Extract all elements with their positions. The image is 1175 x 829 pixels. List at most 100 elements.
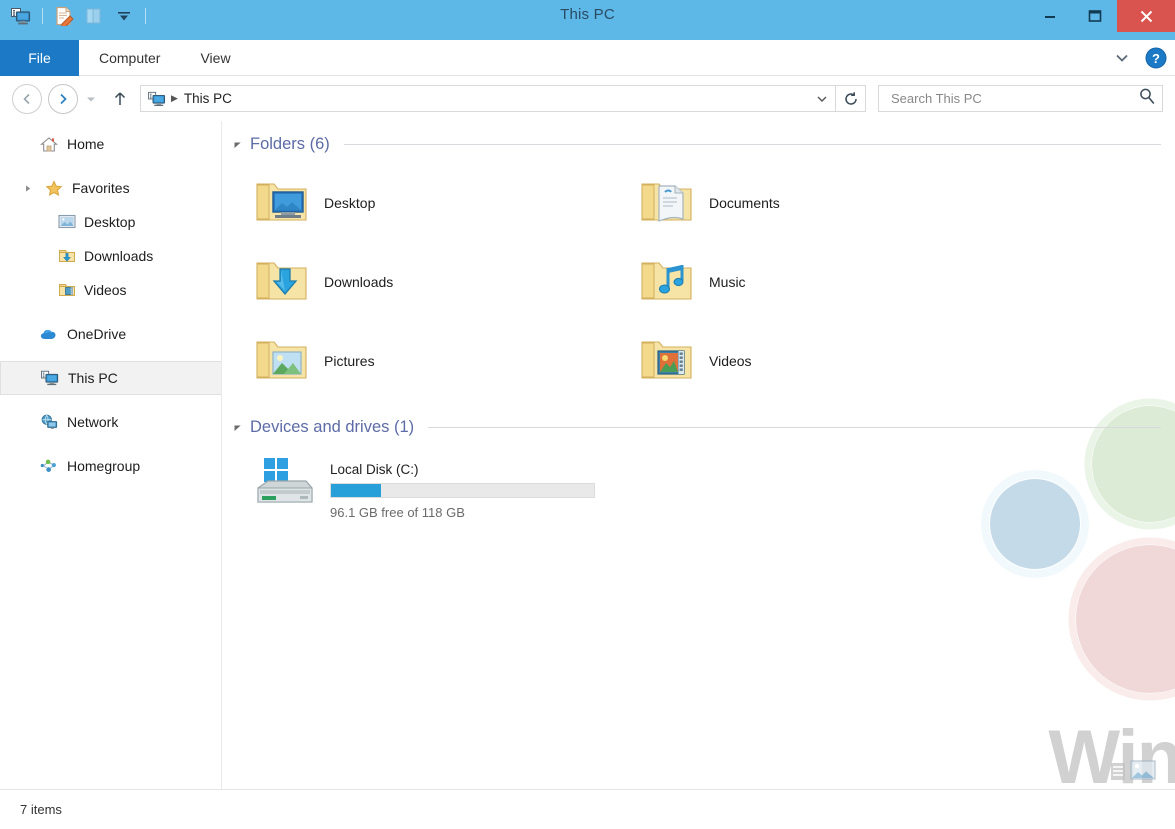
folder-label: Pictures	[324, 352, 375, 369]
customize-dropdown-icon[interactable]	[111, 3, 137, 29]
file-explorer-window: This PC File Computer View ? ▶ This PC S…	[0, 0, 1175, 829]
sidebar-item-label: Desktop	[84, 214, 136, 230]
downloads-folder-icon	[254, 255, 308, 309]
tab-view[interactable]: View	[180, 40, 250, 76]
drive-tile-local-disk-c[interactable]: Local Disk (C:) 96.1 GB free of 118 GB	[240, 448, 660, 520]
folder-tile-desktop[interactable]: Desktop	[240, 163, 625, 242]
section-header-folders[interactable]: Folders (6)	[222, 129, 1175, 159]
drive-capacity-fill	[331, 484, 381, 497]
desktop-folder-icon	[254, 176, 308, 230]
videos-folder-icon	[58, 281, 76, 299]
folder-tile-downloads[interactable]: Downloads	[240, 242, 625, 321]
homegroup-icon	[40, 457, 58, 475]
item-count: 7 items	[20, 802, 62, 817]
tab-computer[interactable]: Computer	[79, 40, 180, 76]
breadcrumb[interactable]: ▶ This PC	[140, 85, 836, 112]
sidebar-item-label: Home	[67, 136, 105, 152]
search-box[interactable]	[878, 85, 1163, 112]
svg-text:?: ?	[1152, 51, 1160, 66]
sidebar-item-label: Homegroup	[67, 458, 141, 474]
folder-tile-videos[interactable]: Videos	[625, 321, 1010, 400]
this-pc-icon	[147, 89, 167, 109]
folder-tile-pictures[interactable]: Pictures	[240, 321, 625, 400]
folder-tile-music[interactable]: Music	[625, 242, 1010, 321]
sidebar-item-label: Favorites	[72, 180, 130, 196]
folder-label: Videos	[709, 352, 752, 369]
sidebar-item-homegroup[interactable]: Homegroup	[0, 449, 221, 483]
tab-file[interactable]: File	[0, 40, 79, 76]
watermark-text: Win	[1048, 715, 1175, 789]
sidebar-item-label: OneDrive	[67, 326, 127, 342]
help-icon[interactable]: ?	[1145, 47, 1167, 69]
forward-button[interactable]	[48, 83, 78, 114]
star-icon	[45, 179, 63, 197]
properties-icon[interactable]	[51, 3, 77, 29]
downloads-folder-icon	[58, 247, 76, 265]
quick-access-toolbar	[0, 0, 150, 32]
folder-label: Desktop	[324, 194, 376, 211]
maximize-button[interactable]	[1072, 0, 1117, 32]
section-title: Folders (6)	[250, 134, 330, 153]
title-bar: This PC	[0, 0, 1175, 40]
drive-info: Local Disk (C:) 96.1 GB free of 118 GB	[330, 456, 595, 520]
section-divider	[343, 143, 1161, 145]
section-divider	[428, 426, 1161, 428]
refresh-button[interactable]	[836, 85, 866, 112]
window-title: This PC	[560, 6, 615, 23]
sidebar-item-videos[interactable]: Videos	[0, 273, 221, 307]
drive-free-space: 96.1 GB free of 118 GB	[330, 505, 465, 520]
music-folder-icon	[639, 255, 693, 309]
local-disk-icon	[254, 456, 316, 512]
section-title: Devices and drives (1)	[250, 417, 415, 436]
chevron-down-icon[interactable]	[1111, 47, 1133, 69]
this-pc-icon[interactable]	[8, 3, 34, 29]
sidebar-item-home[interactable]: Home	[0, 127, 221, 161]
pictures-folder-icon	[254, 334, 308, 388]
explorer-body: Home Favorites Desktop Downloads Videos …	[0, 121, 1175, 789]
chevron-right-icon[interactable]	[22, 184, 34, 193]
folder-label: Documents	[709, 194, 780, 211]
back-button[interactable]	[12, 83, 42, 114]
home-icon	[40, 135, 58, 153]
toolbar-divider	[42, 8, 43, 24]
folders-grid: Desktop Documents Downloads Music Pictur…	[222, 159, 1175, 400]
collapse-triangle-icon[interactable]	[232, 423, 242, 432]
search-icon[interactable]	[1138, 87, 1156, 110]
sidebar-item-desktop[interactable]: Desktop	[0, 205, 221, 239]
sidebar-item-downloads[interactable]: Downloads	[0, 239, 221, 273]
breadcrumb-path[interactable]: This PC	[184, 91, 232, 106]
address-bar: ▶ This PC	[0, 76, 1175, 121]
close-button[interactable]	[1117, 0, 1175, 32]
onedrive-cloud-icon	[40, 325, 58, 343]
breadcrumb-dropdown-icon[interactable]	[811, 86, 833, 111]
sidebar-item-label: Downloads	[84, 248, 154, 264]
network-icon	[40, 413, 58, 431]
up-button[interactable]	[106, 85, 134, 113]
recent-locations-icon[interactable]	[80, 85, 102, 113]
sidebar-item-label: This PC	[68, 370, 118, 386]
toolbar-divider-2	[145, 8, 146, 24]
sidebar-item-label: Videos	[84, 282, 127, 298]
drive-name: Local Disk (C:)	[330, 462, 419, 477]
collapse-triangle-icon[interactable]	[232, 140, 242, 149]
sidebar-item-this-pc[interactable]: This PC	[0, 361, 221, 395]
section-header-devices[interactable]: Devices and drives (1)	[222, 412, 1175, 442]
ribbon-tab-bar: File Computer View ?	[0, 40, 1175, 76]
sidebar-item-favorites[interactable]: Favorites	[0, 171, 221, 205]
content-pane[interactable]: Win Folders (6) Desktop Documents Downlo…	[222, 121, 1175, 789]
documents-folder-icon	[639, 176, 693, 230]
sidebar-item-onedrive[interactable]: OneDrive	[0, 317, 221, 351]
desktop-picture-icon	[58, 213, 76, 231]
sidebar-item-network[interactable]: Network	[0, 405, 221, 439]
sidebar-item-label: Network	[67, 414, 119, 430]
drives-grid: Local Disk (C:) 96.1 GB free of 118 GB	[222, 442, 1175, 520]
search-input[interactable]	[889, 90, 1138, 107]
ribbon-right-controls: ?	[1111, 40, 1167, 76]
videos-folder-icon	[639, 334, 693, 388]
minimize-button[interactable]	[1027, 0, 1072, 32]
this-pc-icon	[41, 369, 59, 387]
status-bar: 7 items	[0, 789, 1175, 829]
new-folder-icon[interactable]	[81, 3, 107, 29]
folder-tile-documents[interactable]: Documents	[625, 163, 1010, 242]
drive-capacity-bar	[330, 483, 595, 498]
